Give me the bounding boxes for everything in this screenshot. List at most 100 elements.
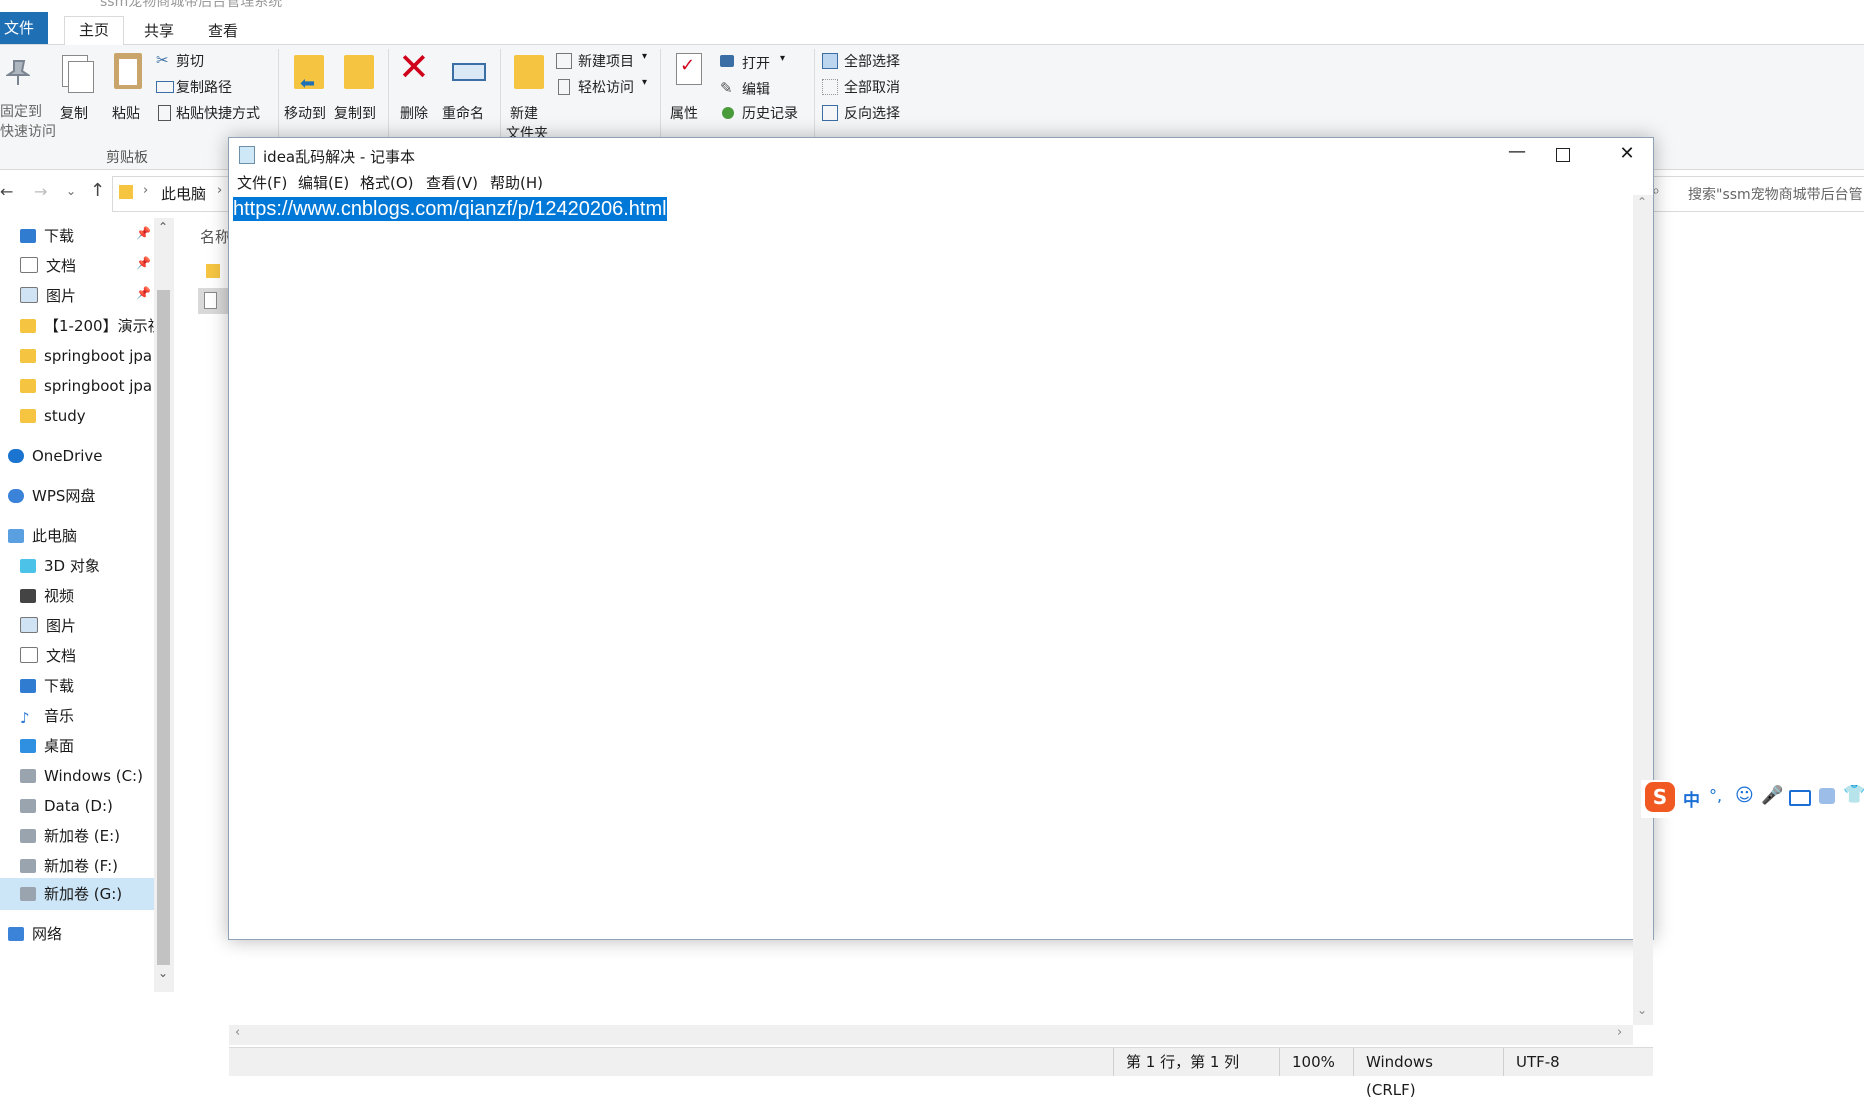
nav-item-pictures[interactable]: 图片 [20, 282, 76, 310]
scroll-down-icon[interactable]: ⌄ [158, 966, 168, 980]
sogou-logo-icon[interactable]: S [1645, 782, 1675, 812]
nav-item-videos[interactable]: 视频 [20, 582, 74, 610]
nav-item-drive-f[interactable]: 新加卷 (F:) [20, 852, 118, 880]
notepad-vertical-scrollbar[interactable]: ⌃ ⌄ [1633, 195, 1653, 1025]
delete-button[interactable]: ✕ 删除 [396, 45, 436, 131]
nav-item-drive-c[interactable]: Windows (C:) [20, 762, 143, 790]
copy-to-button[interactable]: 复制到 [334, 51, 380, 131]
selected-text[interactable]: https://www.cnblogs.com/qianzf/p/1242020… [233, 197, 667, 221]
nav-item-this-pc[interactable]: 此电脑 [8, 522, 77, 550]
open-label: 打开 [742, 56, 770, 72]
nav-label: Data (D:) [44, 797, 113, 815]
file-row-selected[interactable] [198, 288, 230, 314]
keyboard-icon[interactable] [1789, 790, 1811, 806]
scroll-left-icon[interactable]: ‹ [235, 1025, 240, 1040]
notepad-horizontal-scrollbar[interactable]: ‹ › [229, 1025, 1633, 1045]
nav-item-downloads[interactable]: 下载 [20, 672, 74, 700]
nav-item-3d-objects[interactable]: 3D 对象 [20, 552, 100, 580]
pin-quick-access-button[interactable]: 固定到 快速访问 [0, 51, 56, 151]
nav-item-onedrive[interactable]: OneDrive [8, 442, 103, 470]
ime-punctuation-toggle[interactable]: °, [1709, 786, 1722, 805]
nav-item-documents[interactable]: 文档 [20, 252, 76, 280]
nav-item-documents[interactable]: 文档 [20, 642, 76, 670]
open-button[interactable]: 打开 ▾ [720, 53, 810, 75]
scroll-up-icon[interactable]: ⌃ [158, 220, 168, 234]
nav-item-folder[interactable]: 【1-200】演示视 [20, 312, 163, 340]
recent-chevron-icon[interactable]: ⌄ [66, 184, 76, 198]
nav-item-pictures[interactable]: 图片 [20, 612, 76, 640]
menu-view[interactable]: 查看(V) [426, 172, 478, 193]
emoji-icon[interactable]: ☺ [1735, 785, 1754, 806]
breadcrumb-this-pc[interactable]: 此电脑 [161, 183, 206, 204]
forward-arrow-icon[interactable]: → [34, 182, 47, 201]
nav-label: 此电脑 [32, 527, 78, 545]
scroll-down-icon[interactable]: ⌄ [1637, 1003, 1647, 1017]
nav-label: springboot jpa [44, 377, 153, 395]
nav-item-music[interactable]: ♪ 音乐 [20, 702, 74, 730]
nav-item-wps[interactable]: WPS网盘 [8, 482, 95, 510]
nav-item-downloads[interactable]: 下载 [20, 222, 74, 250]
edit-button[interactable]: ✎ 编辑 [720, 79, 810, 101]
breadcrumb-chevron-icon: › [217, 183, 223, 198]
nav-item-drive-d[interactable]: Data (D:) [20, 792, 113, 820]
ime-mode-toggle[interactable]: 中 [1683, 786, 1700, 811]
skin-shirt-icon[interactable]: 👕 [1843, 784, 1864, 805]
select-none-icon [822, 79, 838, 95]
properties-button[interactable]: ✓ 属性 [666, 51, 710, 131]
invert-selection-icon [822, 105, 838, 121]
nav-item-folder[interactable]: springboot jpa [20, 342, 152, 370]
select-all-button[interactable]: 全部选择 [822, 51, 914, 73]
minimize-icon[interactable]: — [1497, 138, 1537, 170]
move-to-button[interactable]: ⬅ 移动到 [284, 51, 330, 131]
nav-item-folder[interactable]: springboot jpa [20, 372, 152, 400]
copy-icon-back [68, 61, 94, 93]
navigation-pane: 下载 📌 文档 📌 图片 📌 【1-200】演示视 springboot jpa… [0, 218, 163, 992]
tab-share[interactable]: 共享 [130, 18, 188, 44]
easy-access-button[interactable]: 轻松访问 ▾ [556, 77, 656, 99]
copy-button[interactable]: 复制 [56, 51, 100, 122]
menu-edit[interactable]: 编辑(E) [298, 172, 349, 193]
close-icon[interactable]: ✕ [1607, 140, 1647, 168]
column-header-name[interactable]: 名称 [200, 226, 230, 247]
microphone-icon[interactable]: 🎤 [1761, 785, 1783, 806]
nav-item-network[interactable]: 网络 [8, 920, 62, 948]
nav-item-desktop[interactable]: 桌面 [20, 732, 74, 760]
back-arrow-icon[interactable]: ← [0, 182, 13, 201]
history-button[interactable]: 历史记录 [720, 103, 812, 125]
new-folder-label-1: 新建 [510, 106, 538, 122]
dropdown-arrow-icon: ▾ [642, 77, 648, 88]
nav-item-drive-g[interactable]: 新加卷 (G:) [20, 880, 122, 908]
tab-view[interactable]: 查看 [194, 18, 252, 44]
select-none-button[interactable]: 全部取消 [822, 77, 914, 99]
tab-home[interactable]: 主页 [64, 16, 125, 46]
rename-button[interactable]: 重命名 [440, 51, 496, 131]
nav-label: 文档 [46, 257, 77, 275]
nav-scrollbar-thumb[interactable] [157, 290, 170, 965]
up-arrow-icon[interactable]: ↑ [90, 180, 105, 201]
invert-selection-button[interactable]: 反向选择 [822, 103, 914, 125]
menu-help[interactable]: 帮助(H) [490, 172, 543, 193]
paste-shortcut-button[interactable]: 粘贴快捷方式 [156, 103, 276, 125]
notepad-text-area[interactable]: https://www.cnblogs.com/qianzf/p/1242020… [229, 195, 1633, 1025]
nav-item-folder[interactable]: study [20, 402, 86, 430]
scroll-up-icon[interactable]: ⌃ [1637, 195, 1647, 209]
copy-to-label: 复制到 [334, 106, 376, 122]
menu-file[interactable]: 文件(F) [237, 172, 287, 193]
rename-label: 重命名 [442, 106, 484, 122]
copy-path-button[interactable]: 复制路径 [156, 77, 276, 99]
notepad-status-bar: 第 1 行，第 1 列 100% Windows (CRLF) UTF-8 [229, 1047, 1653, 1099]
nav-item-drive-e[interactable]: 新加卷 (E:) [20, 822, 120, 850]
copy-path-label: 复制路径 [176, 80, 232, 96]
paste-button[interactable]: 粘贴 [108, 51, 152, 122]
scroll-right-icon[interactable]: › [1617, 1025, 1622, 1040]
search-box[interactable]: ⌕ 搜索"ssm宠物商城带后台管 [1652, 176, 1864, 212]
nav-label: 图片 [46, 617, 77, 635]
user-icon[interactable] [1819, 788, 1835, 804]
cut-button[interactable]: ✂ 剪切 [156, 51, 276, 73]
tab-file[interactable]: 文件 [0, 12, 49, 44]
drive-icon [20, 769, 36, 783]
new-folder-button[interactable]: 新建 文件夹 [506, 51, 552, 151]
menu-format[interactable]: 格式(O) [360, 172, 414, 193]
maximize-icon[interactable] [1556, 148, 1570, 162]
new-item-button[interactable]: 新建项目 ▾ [556, 51, 656, 73]
